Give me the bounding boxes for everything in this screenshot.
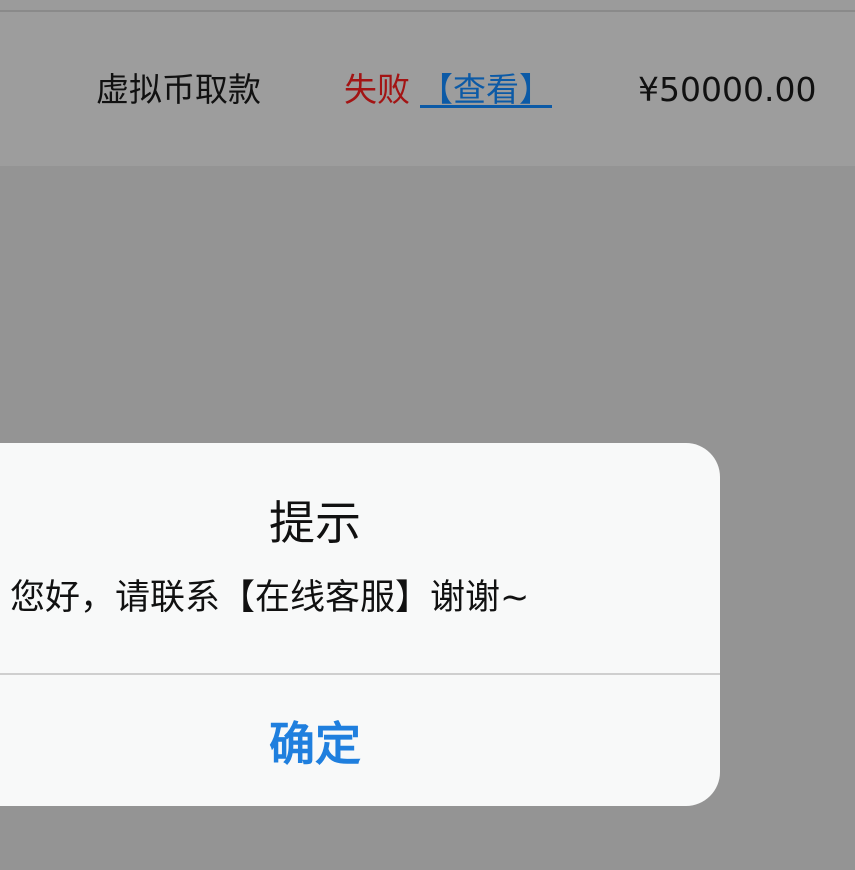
view-details-link[interactable]: 【查看】	[420, 70, 552, 110]
confirm-button[interactable]: 确定	[0, 675, 670, 806]
dialog-message: 您好，请联系【在线客服】谢谢~	[10, 578, 530, 618]
transaction-amount: ¥50000.00	[638, 70, 817, 109]
dialog-title: 提示	[269, 496, 361, 550]
transaction-type: 虚拟币取款	[96, 70, 261, 109]
transaction-status: 失败	[344, 70, 410, 109]
transaction-row: 虚拟币取款 失败 【查看】 ¥50000.00	[0, 12, 855, 166]
top-divider	[0, 0, 855, 12]
alert-dialog: 提示 您好，请联系【在线客服】谢谢~ 确定	[0, 443, 720, 806]
